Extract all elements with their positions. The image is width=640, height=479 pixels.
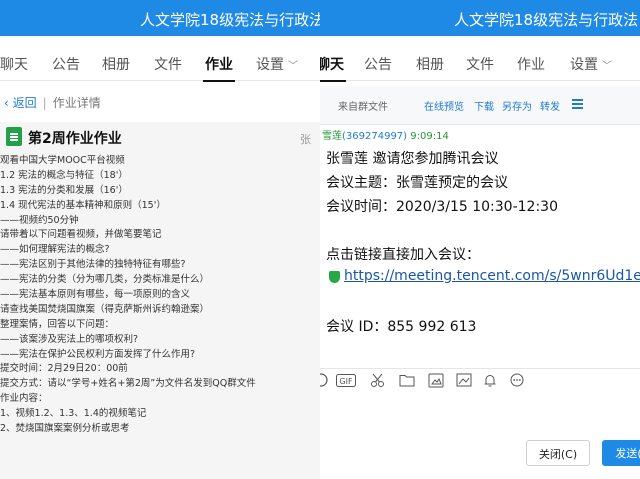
content-line: ——如何理解宪法的概念?	[0, 244, 110, 256]
content-line: 观看中国大学MOOC平台视频	[0, 155, 125, 166]
content-line: 1.3 宪法的分类和发展（16'）	[0, 184, 128, 196]
scissors-icon[interactable]	[370, 373, 385, 388]
homework-content: 观看中国大学MOOC平台视频 1.2 宪法的概念与特征（18'） 1.3 宪法的…	[0, 154, 320, 437]
back-button[interactable]: ‹ 返回	[4, 96, 37, 110]
content-line: 1、视频1.2、1.3、1.4的视频笔记	[0, 408, 147, 420]
window-titlebar: 人文学院18级宪法与行政法	[0, 0, 320, 36]
forward-link[interactable]: 转发	[540, 98, 560, 113]
tab-bar: 聊天 公告 相册 文件 作业 设置 ﹀	[320, 46, 640, 82]
homework-window: 人文学院18级宪法与行政法 聊天 公告 相册 文件 作业 设置 ﹀ ‹ 返回 | 作业…	[0, 0, 320, 479]
chevron-down-icon: ﹀	[288, 61, 298, 72]
tab-album[interactable]: 相册	[102, 54, 130, 74]
content-line: 请带着以下问题看视频，并做笔要笔记	[0, 229, 162, 241]
content-line: 作业内容：	[0, 393, 48, 405]
composer[interactable]	[320, 368, 640, 479]
tab-chat[interactable]: 聊天	[0, 54, 28, 74]
content-line: ——宪法的分类（分为哪几类，分类标准是什么）	[0, 274, 210, 286]
sender-qq[interactable]: (369274997)	[342, 131, 407, 142]
tab-settings[interactable]: 设置 ﹀	[570, 54, 612, 74]
shield-icon	[329, 271, 340, 283]
bell-icon[interactable]	[483, 373, 497, 388]
message-line: 会议时间：2020/3/15 10:30-12:30	[326, 199, 558, 215]
content-line: ——宪法区别于其他法律的独特特征有哪些?	[0, 259, 186, 271]
content-line: 2、焚烧国旗案案例分析或思考	[0, 423, 130, 435]
image-icon[interactable]	[456, 373, 472, 387]
tab-settings[interactable]: 设置 ﹀	[256, 54, 298, 74]
breadcrumb: ‹ 返回 | 作业详情	[4, 94, 101, 111]
close-button[interactable]: 关闭(C)	[526, 440, 590, 466]
preview-online-link[interactable]: 在线预览	[424, 98, 464, 113]
content-line: ——宪法基本原则有哪些，每一项原则的含义	[0, 289, 191, 301]
tab-files[interactable]: 文件	[154, 54, 182, 74]
tab-chat[interactable]: 聊天	[320, 54, 346, 82]
tab-announcement[interactable]: 公告	[364, 54, 392, 74]
tab-settings-label: 设置	[256, 57, 284, 73]
back-label: 返回	[12, 96, 37, 110]
more-icon[interactable]	[510, 373, 524, 387]
chat-window: 人文学院18级宪法与行政法 聊天 公告 相册 文件 作业 设置 ﹀ 来自群文件 在…	[320, 0, 640, 479]
tab-files[interactable]: 文件	[466, 54, 494, 74]
content-line: ——视频约50分钟	[0, 214, 79, 226]
gif-label: GIF	[339, 377, 353, 386]
content-line: 整理案情，回答以下问题：	[0, 318, 115, 330]
chevron-down-icon: ﹀	[602, 61, 612, 72]
content-line: 请查找美国焚烧国旗案（得克萨斯州诉约翰逊案）	[0, 303, 210, 315]
emoji-icon[interactable]	[320, 373, 328, 387]
meeting-link[interactable]: https://meeting.tencent.com/s/5wnr6Ud1e7	[344, 268, 640, 284]
message-sender: 雪莲(369274997) 9:09:14	[322, 127, 449, 142]
file-source-label: 来自群文件	[338, 102, 388, 113]
tab-settings-label: 设置	[570, 57, 598, 73]
content-line: ——宪法在保护公民权利方面发挥了什么作用?	[0, 348, 196, 360]
window-titlebar: 人文学院18级宪法与行政法	[320, 0, 640, 36]
homework-title: 第2周作业作业	[28, 131, 122, 147]
content-line: 1.4 现代宪法的基本精神和原则（15'）	[0, 199, 166, 211]
content-line: 提交时间：2月29日20：00前	[0, 363, 128, 375]
breadcrumb-divider: |	[42, 96, 47, 110]
image-gallery-icon[interactable]	[428, 373, 444, 388]
menu-icon[interactable]	[572, 99, 583, 101]
message-time: 9:09:14	[410, 131, 449, 142]
document-icon	[6, 127, 22, 146]
message-line: 点击链接直接加入会议：	[326, 247, 480, 263]
breadcrumb-current: 作业详情	[52, 96, 101, 110]
tab-homework[interactable]: 作业	[203, 54, 235, 82]
tab-album[interactable]: 相册	[416, 54, 444, 74]
window-title: 人文学院18级宪法与行政法	[454, 11, 639, 29]
window-title: 人文学院18级宪法与行政法	[140, 11, 320, 29]
folder-icon[interactable]	[399, 373, 415, 387]
message-line: 会议主题：张雪莲预定的会议	[326, 175, 508, 191]
content-line: ——该案涉及宪法上的哪项权利?	[0, 333, 139, 345]
tab-announcement[interactable]: 公告	[52, 54, 80, 74]
sender-name[interactable]: 雪莲	[322, 131, 342, 142]
download-link[interactable]: 下载	[474, 98, 494, 113]
message-line: 张雪莲 邀请您参加腾讯会议	[326, 151, 499, 167]
content-line: 提交方式：请以“学号+姓名+第2周”为文件名发到QQ群文件	[0, 378, 256, 390]
gif-icon[interactable]: GIF	[336, 374, 356, 387]
save-as-link[interactable]: 另存为	[502, 98, 532, 113]
tab-bar: 聊天 公告 相册 文件 作业 设置 ﹀	[0, 46, 320, 82]
tab-homework[interactable]: 作业	[517, 54, 545, 74]
message-line: 会议 ID：855 992 613	[326, 319, 477, 335]
author-name: 张	[300, 133, 311, 146]
send-button[interactable]: 发送(S	[602, 440, 640, 466]
file-toolbar: 来自群文件 在线预览 下载 另存为 转发	[320, 86, 640, 125]
content-line: 1.2 宪法的概念与特征（18'）	[0, 169, 128, 181]
